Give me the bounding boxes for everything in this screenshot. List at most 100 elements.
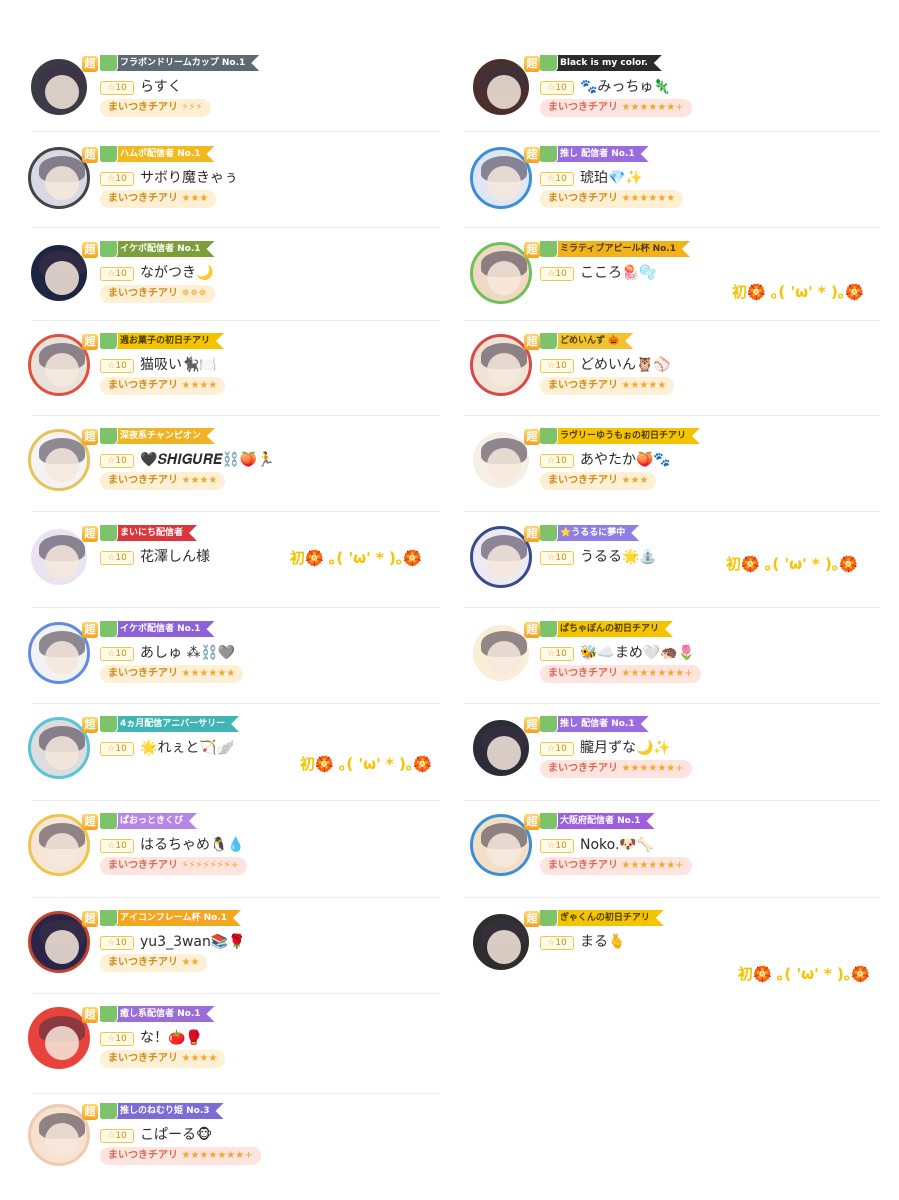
avatar-face <box>45 448 79 482</box>
title-banner: Black is my color. <box>540 55 662 71</box>
title-banner: ぎゃくんの初日チアリ <box>540 910 664 926</box>
first-cheer-comment: 初🏵️ ｡( 'ω' * )｡🏵️ <box>300 755 433 773</box>
banner-icon <box>98 238 118 258</box>
title-banner: 推しのねむり姫 No.3 <box>100 1103 224 1119</box>
cheer-badge: まいつきチアリ ★★★★★★+ <box>540 760 692 778</box>
banner-icon <box>538 810 558 830</box>
cheer-label: まいつきチアリ <box>108 288 178 299</box>
super-badge-icon: 超 <box>82 911 98 927</box>
row-divider <box>32 511 440 512</box>
avatar[interactable] <box>470 242 532 304</box>
level-badge: ☆10 <box>540 359 574 373</box>
avatar[interactable] <box>470 56 532 118</box>
row-divider <box>464 320 879 321</box>
cheer-stars: ⚡⚡⚡ <box>181 102 203 113</box>
super-badge-icon: 超 <box>524 526 540 542</box>
row-divider <box>32 703 440 704</box>
user-name[interactable]: らすく <box>140 78 182 96</box>
level-value: 10 <box>555 938 567 948</box>
level-badge: ☆10 <box>540 267 574 281</box>
avatar[interactable] <box>28 911 90 973</box>
avatar[interactable] <box>28 1104 90 1166</box>
user-name[interactable]: 琥珀💎✨ <box>580 169 643 187</box>
cheer-stars: ★★★★★★★+ <box>621 668 693 679</box>
avatar[interactable] <box>28 622 90 684</box>
level-value: 10 <box>115 269 127 279</box>
avatar[interactable] <box>470 911 532 973</box>
cheer-label: まいつきチアリ <box>548 380 618 391</box>
avatar[interactable] <box>28 147 90 209</box>
avatar[interactable] <box>28 56 90 118</box>
cheer-badge: まいつきチアリ ★★★★★★ <box>100 665 244 683</box>
user-name[interactable]: yu3_3wan📚🌹 <box>140 933 246 951</box>
cheer-label: まいつきチアリ <box>108 380 178 391</box>
avatar[interactable] <box>470 622 532 684</box>
banner-text: ハムポ配信者 No.1 <box>120 149 201 159</box>
title-banner: 深夜系チャンピオン <box>100 428 215 444</box>
user-name[interactable]: サボり魔きゃぅ <box>140 169 238 187</box>
avatar[interactable] <box>28 429 90 491</box>
avatar-face <box>45 930 79 964</box>
cheer-badge: まいつきチアリ ⚡⚡⚡⚡⚡⚡⚡+ <box>100 857 248 875</box>
user-name[interactable]: あしゅ ⁂⛓️🩶 <box>140 644 235 662</box>
super-badge-icon: 超 <box>82 242 98 258</box>
level-badge: ☆10 <box>100 551 134 565</box>
banner-text: 4ヵ月配信アニバーサリー <box>120 719 226 729</box>
user-name[interactable]: な！🍅🥊 <box>140 1029 203 1047</box>
user-name[interactable]: うるる🌟⛲ <box>580 548 657 566</box>
avatar[interactable] <box>28 717 90 779</box>
banner-text: 推しのねむり姫 No.3 <box>120 1106 210 1116</box>
cheer-label: まいつきチアリ <box>108 957 178 968</box>
user-name[interactable]: こころ🪼🫧 <box>580 264 657 282</box>
user-name[interactable]: 🖤𝑺𝑯𝑰𝑮𝑼𝑹𝑬⛓️🍑🏃 <box>140 451 275 469</box>
user-name[interactable]: 朧月ずな🌙✨ <box>580 739 671 757</box>
avatar[interactable] <box>28 814 90 876</box>
row-divider <box>32 897 440 898</box>
user-name[interactable]: ながつき🌙 <box>140 264 213 282</box>
user-name[interactable]: あやたか🍑🐾 <box>580 451 671 469</box>
cheer-label: まいつきチアリ <box>548 475 618 486</box>
user-name[interactable]: どめいん🦉⚾ <box>580 356 671 374</box>
first-cheer-comment: 初🏵️ ｡( 'ω' * )｡🏵️ <box>738 965 871 983</box>
level-value: 10 <box>555 83 567 93</box>
avatar[interactable] <box>28 242 90 304</box>
title-banner: 大阪府配信者 No.1 <box>540 813 655 829</box>
avatar[interactable] <box>28 1007 90 1069</box>
avatar[interactable] <box>470 147 532 209</box>
super-badge-icon: 超 <box>82 526 98 542</box>
title-banner: 推し 配信者 No.1 <box>540 716 649 732</box>
level-badge: ☆10 <box>540 647 574 661</box>
user-name[interactable]: まる🫰 <box>580 933 625 951</box>
avatar-face <box>45 261 79 295</box>
avatar[interactable] <box>470 814 532 876</box>
user-name[interactable]: 🐝☁️まめ🤍🦔🌷 <box>580 644 695 662</box>
banner-icon <box>98 907 118 927</box>
avatar[interactable] <box>28 334 90 396</box>
banner-text: ぎゃくんの初日チアリ <box>560 913 650 923</box>
user-name[interactable]: はるちゃめ🐧💧 <box>140 836 245 854</box>
banner-text: ぱちゃぽんの初日チアリ <box>560 624 660 634</box>
avatar[interactable] <box>470 717 532 779</box>
level-badge: ☆10 <box>100 172 134 186</box>
avatar[interactable] <box>470 526 532 588</box>
avatar[interactable] <box>28 526 90 588</box>
avatar[interactable] <box>470 429 532 491</box>
banner-text: 推し 配信者 No.1 <box>560 149 635 159</box>
avatar-face <box>45 75 79 109</box>
user-name[interactable]: 🐾みっちゅ🦎 <box>580 78 671 96</box>
user-name[interactable]: Noko.🐶🦴 <box>580 836 654 854</box>
user-name[interactable]: 🌟れぇと🏹🪽 <box>140 739 234 757</box>
level-badge: ☆10 <box>100 936 134 950</box>
avatar-face <box>45 736 79 770</box>
user-name[interactable]: 猫吸い🐈‍⬛🍽️ <box>140 356 217 374</box>
banner-text: イケボ配信者 No.1 <box>120 624 201 634</box>
user-name[interactable]: 花澤しん様 <box>140 548 210 566</box>
avatar[interactable] <box>470 334 532 396</box>
user-name[interactable]: こぱーる🐵 <box>140 1126 212 1144</box>
banner-text: イケボ配信者 No.1 <box>120 244 201 254</box>
banner-icon <box>538 907 558 927</box>
row-divider <box>464 800 879 801</box>
cheer-badge: まいつきチアリ ★★★★★★+ <box>540 99 692 117</box>
avatar-face <box>487 736 521 770</box>
avatar-face <box>45 545 79 579</box>
